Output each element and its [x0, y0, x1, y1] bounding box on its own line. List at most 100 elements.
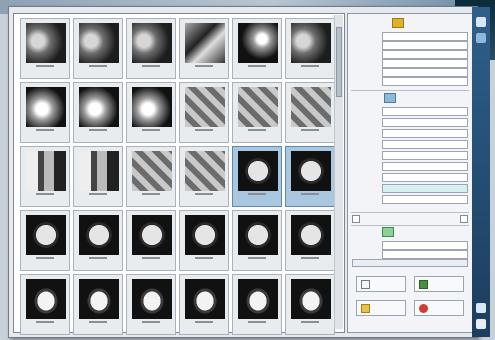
thumbnail-gallery[interactable]: [13, 13, 345, 335]
folder-button[interactable]: [356, 300, 406, 316]
help-icon[interactable]: [476, 319, 486, 329]
thumbnail-image: [238, 279, 278, 319]
thumbnail-image: [132, 215, 172, 255]
thumbnail-item[interactable]: [126, 18, 176, 79]
checkbox-row[interactable]: [352, 259, 468, 267]
thumbnail-caption: [76, 132, 120, 139]
back-icon[interactable]: [476, 303, 486, 313]
field-input[interactable]: [382, 107, 468, 116]
thumbnail-marker: [36, 193, 54, 195]
thumbnail-item[interactable]: [179, 274, 229, 335]
thumbnail-item[interactable]: [126, 146, 176, 207]
field-input[interactable]: [382, 151, 468, 160]
thumbnail-item[interactable]: [20, 274, 70, 335]
thumbnail-image: [291, 23, 331, 63]
gallery-scroll-thumb[interactable]: [336, 27, 342, 97]
thumbnail-image: [26, 215, 66, 255]
field-input[interactable]: [382, 59, 468, 68]
divider: [351, 225, 469, 226]
gallery-scrollbar[interactable]: [334, 15, 343, 329]
thumbnail-marker: [195, 257, 213, 259]
thumbnail-item[interactable]: [20, 146, 70, 207]
thumbnail-image: [185, 151, 225, 191]
thumbnail-item[interactable]: [179, 18, 229, 79]
thumbnail-item[interactable]: [20, 82, 70, 143]
field-row: [352, 107, 468, 116]
field-input[interactable]: [382, 162, 468, 171]
thumbnail-marker: [142, 129, 160, 131]
thumbnail-marker: [301, 65, 319, 67]
thumbnail-item[interactable]: [179, 82, 229, 143]
thumbnail-item[interactable]: [73, 210, 123, 271]
field-input[interactable]: [382, 250, 468, 259]
expand-toggle[interactable]: [352, 215, 468, 223]
thumbnail-image: [79, 215, 119, 255]
thumbnail-item[interactable]: [20, 18, 70, 79]
thumbnail-image: [79, 279, 119, 319]
field-input[interactable]: [382, 77, 468, 86]
thumbnail-caption: [23, 260, 67, 267]
field-input[interactable]: [382, 129, 468, 138]
thumbnail-marker: [142, 321, 160, 323]
thumbnail-item[interactable]: [232, 18, 282, 79]
thumbnail-item[interactable]: [73, 274, 123, 335]
thumbnail-item[interactable]: [73, 18, 123, 79]
field-input[interactable]: [382, 32, 468, 41]
divider: [351, 90, 469, 91]
thumbnail-marker: [142, 193, 160, 195]
thumbnail-image: [291, 215, 331, 255]
field-row: [352, 77, 468, 86]
thumbnail-marker: [301, 257, 319, 259]
thumbnail-marker: [36, 321, 54, 323]
thumbnail-item[interactable]: [73, 146, 123, 207]
thumbnail-caption: [182, 324, 226, 331]
field-input[interactable]: [382, 173, 468, 182]
field-input[interactable]: [382, 41, 468, 50]
home-icon[interactable]: [476, 17, 486, 27]
thumbnail-item[interactable]: [285, 18, 335, 79]
thumbnail-image: [185, 279, 225, 319]
thumbnail-image: [26, 23, 66, 63]
thumbnail-item[interactable]: [126, 274, 176, 335]
field-row: [352, 162, 468, 171]
thumbnail-marker: [142, 65, 160, 67]
field-row: [352, 173, 468, 182]
field-row: [352, 118, 468, 127]
patient-section-icon: [392, 18, 404, 28]
thumbnail-marker: [248, 129, 266, 131]
thumbnail-item[interactable]: [285, 82, 335, 143]
thumbnail-caption: [76, 68, 120, 75]
thumbnail-caption: [288, 132, 332, 139]
thumbnail-marker: [248, 321, 266, 323]
thumbnail-item[interactable]: [285, 210, 335, 271]
thumbnail-marker: [195, 65, 213, 67]
report-button[interactable]: [356, 276, 406, 292]
thumbnail-item[interactable]: [232, 82, 282, 143]
field-input[interactable]: [382, 50, 468, 59]
gallery-button[interactable]: [414, 276, 464, 292]
thumbnail-item[interactable]: [285, 146, 335, 207]
tools-icon[interactable]: [476, 33, 486, 43]
field-input[interactable]: [382, 184, 468, 193]
field-input[interactable]: [382, 241, 468, 250]
thumbnail-caption: [129, 196, 173, 203]
thumbnail-item[interactable]: [179, 146, 229, 207]
thumbnail-item[interactable]: [285, 274, 335, 335]
field-row: [352, 32, 468, 41]
field-input[interactable]: [382, 195, 468, 204]
thumbnail-item[interactable]: [73, 82, 123, 143]
thumbnail-item[interactable]: [126, 210, 176, 271]
thumbnail-item[interactable]: [179, 210, 229, 271]
thumbnail-item[interactable]: [232, 274, 282, 335]
thumbnail-marker: [301, 193, 319, 195]
thumbnail-item[interactable]: [232, 146, 282, 207]
field-input[interactable]: [382, 140, 468, 149]
stop-button[interactable]: [414, 300, 464, 316]
thumbnail-item[interactable]: [20, 210, 70, 271]
thumbnail-image: [185, 87, 225, 127]
thumbnail-item[interactable]: [232, 210, 282, 271]
field-input[interactable]: [382, 68, 468, 77]
field-input[interactable]: [382, 118, 468, 127]
thumbnail-item[interactable]: [126, 82, 176, 143]
field-row: [352, 151, 468, 160]
